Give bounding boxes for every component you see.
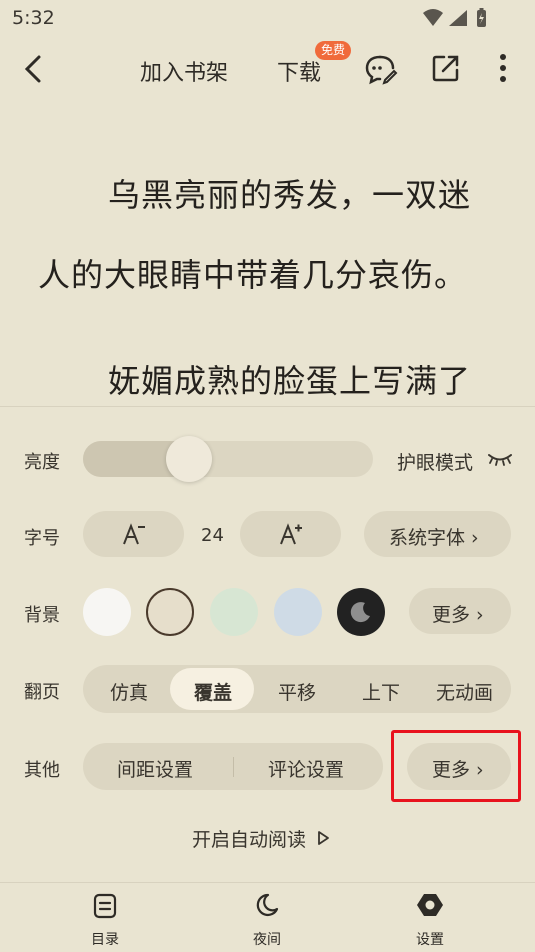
system-font-button[interactable]: 系统字体 ›	[364, 511, 511, 557]
closed-eye-icon	[488, 454, 512, 466]
spacing-settings-button[interactable]: 间距设置	[117, 755, 193, 782]
page-turn-label: 翻页	[24, 682, 60, 703]
background-white-option[interactable]	[83, 588, 131, 636]
font-increase-button[interactable]	[240, 511, 341, 557]
background-label: 背景	[24, 605, 60, 626]
moon-outline-icon	[256, 893, 279, 917]
download-button[interactable]: 下载	[277, 55, 321, 87]
chevron-left-icon	[24, 55, 41, 83]
page-turn-option-cover[interactable]: 覆盖	[194, 678, 232, 705]
settings-hex-icon	[417, 894, 443, 916]
background-green-option[interactable]	[210, 588, 258, 636]
page-turn-option-slide[interactable]: 平移	[278, 678, 316, 705]
page-turn-option-vertical[interactable]: 上下	[362, 678, 400, 705]
auto-read-button[interactable]: 开启自动阅读	[192, 825, 330, 852]
background-beige-option[interactable]	[146, 588, 194, 636]
font-size-label: 字号	[24, 528, 60, 549]
moon-icon	[350, 602, 370, 623]
eye-mode-toggle[interactable]	[487, 451, 513, 471]
back-button[interactable]	[22, 54, 46, 88]
status-icons	[421, 7, 493, 33]
system-font-label: 系统字体 ›	[389, 527, 479, 549]
other-label: 其他	[24, 760, 60, 781]
free-badge: 免费	[315, 41, 352, 60]
comment-edit-icon	[365, 55, 398, 85]
brightness-label: 亮度	[24, 452, 60, 473]
share-button[interactable]	[431, 53, 461, 87]
catalog-tab-icon-wrap[interactable]	[93, 893, 117, 923]
background-more-label: 更多 ›	[432, 604, 484, 626]
auto-read-label: 开启自动阅读	[192, 829, 307, 851]
settings-tab[interactable]: 设置	[416, 929, 444, 949]
brightness-thumb[interactable]	[166, 436, 212, 482]
font-increase-icon	[280, 523, 302, 545]
comment-settings-button[interactable]: 评论设置	[268, 755, 344, 782]
background-more-button[interactable]: 更多 ›	[409, 588, 511, 634]
page-turn-option-none[interactable]: 无动画	[436, 678, 493, 705]
play-icon	[318, 831, 329, 845]
story-line: 妩媚成熟的脸蛋上写满了	[108, 362, 472, 400]
font-size-value: 24	[201, 525, 224, 546]
more-menu-button[interactable]	[497, 52, 509, 88]
font-decrease-button[interactable]	[83, 511, 184, 557]
font-decrease-icon	[123, 523, 145, 545]
night-tab-icon-wrap[interactable]	[254, 892, 280, 922]
page-turn-option-simulate[interactable]: 仿真	[110, 678, 148, 705]
signal-icon	[423, 8, 486, 27]
segment-divider	[233, 757, 234, 777]
background-dark-option[interactable]	[337, 588, 385, 636]
story-line: 人的大眼睛中带着几分哀伤。	[38, 256, 468, 294]
catalog-tab[interactable]: 目录	[91, 929, 119, 949]
catalog-icon	[93, 893, 117, 919]
brightness-slider[interactable]	[83, 436, 373, 482]
story-line: 乌黑亮丽的秀发，一双迷	[108, 176, 472, 214]
status-time: 5:32	[12, 7, 55, 29]
comment-button[interactable]	[364, 53, 398, 89]
share-icon	[432, 55, 459, 82]
settings-tab-icon-wrap[interactable]	[416, 892, 444, 922]
add-to-shelf-button[interactable]: 加入书架	[140, 55, 228, 87]
night-tab[interactable]: 夜间	[253, 929, 281, 949]
background-blue-option[interactable]	[274, 588, 322, 636]
more-vertical-icon	[500, 54, 506, 82]
eye-mode-label[interactable]: 护眼模式	[397, 448, 473, 475]
highlight-box	[391, 730, 521, 802]
